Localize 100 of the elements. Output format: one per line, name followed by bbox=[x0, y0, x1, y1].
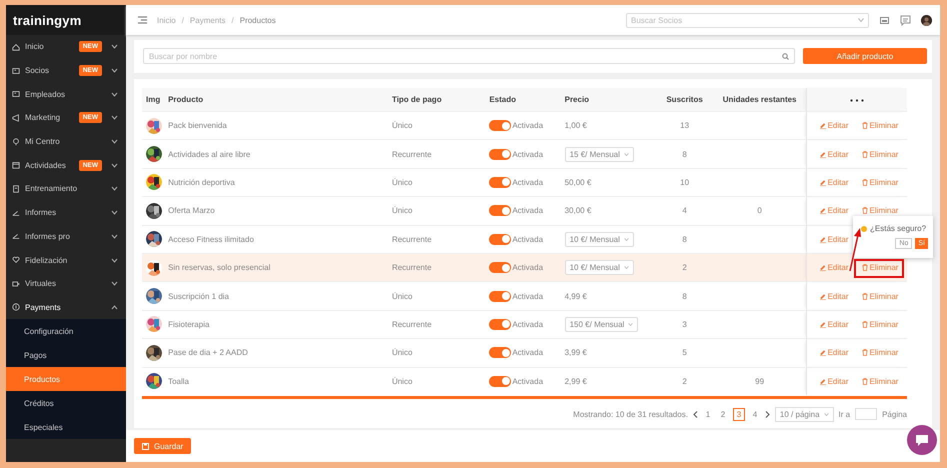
product-name: Acceso Fitness ilimitado bbox=[168, 234, 254, 244]
price-text: 50,00 € bbox=[564, 178, 592, 187]
sidebar-item[interactable]: Fidelización bbox=[6, 248, 126, 272]
product-name: Oferta Marzo bbox=[168, 206, 215, 216]
status-label: Activada bbox=[512, 376, 544, 386]
page-button[interactable]: 2 bbox=[718, 408, 728, 420]
price-select[interactable]: 10 €/ Mensual bbox=[564, 232, 634, 247]
breadcrumb-item: Productos bbox=[240, 16, 276, 24]
status-label: Activada bbox=[512, 234, 544, 244]
status-label: Activada bbox=[512, 263, 544, 272]
column-header: Precio bbox=[560, 88, 656, 112]
column-header: Suscritos bbox=[656, 88, 714, 112]
delete-link[interactable]: Eliminar bbox=[862, 150, 898, 159]
product-name: Pack bienvenida bbox=[168, 121, 227, 130]
payment-type: Único bbox=[392, 292, 412, 301]
submenu-item[interactable]: Configuración bbox=[6, 319, 126, 344]
delete-link[interactable]: Eliminar bbox=[862, 206, 898, 216]
product-name: Nutrición deportiva bbox=[168, 178, 235, 187]
subscribed-count: 13 bbox=[680, 121, 690, 130]
status-label: Activada bbox=[512, 206, 544, 216]
delete-link[interactable]: Eliminar bbox=[862, 121, 898, 130]
product-name: Actividades al aire libre bbox=[168, 150, 250, 159]
delete-link[interactable]: Eliminar bbox=[862, 178, 898, 187]
confirm-message: ¿Estás seguro? bbox=[870, 224, 926, 233]
member-search-field[interactable]: Buscar Socios bbox=[626, 12, 869, 28]
status-label: Activada bbox=[512, 320, 544, 329]
edit-link[interactable]: Editar bbox=[820, 348, 848, 358]
product-name: Sin reservas, solo presencial bbox=[168, 263, 270, 272]
status-label: Activada bbox=[512, 121, 544, 130]
save-button[interactable]: Guardar bbox=[134, 438, 192, 454]
submenu-item[interactable]: Especiales bbox=[6, 415, 126, 440]
page-button[interactable]: 3 bbox=[732, 408, 745, 421]
payment-type: Recurrente bbox=[392, 263, 432, 272]
delete-link[interactable]: Eliminar bbox=[862, 348, 898, 358]
breadcrumb-item[interactable]: Payments bbox=[190, 16, 226, 24]
breadcrumb-separator: / bbox=[232, 16, 234, 24]
subscribed-count: 8 bbox=[682, 150, 687, 159]
product-name: Fisioterapia bbox=[168, 320, 210, 329]
edit-link[interactable]: Editar bbox=[820, 121, 848, 130]
edit-link[interactable]: Editar bbox=[820, 320, 848, 329]
edit-link[interactable]: Editar bbox=[820, 292, 848, 301]
units-remaining: 0 bbox=[757, 206, 762, 216]
edit-link[interactable]: Editar bbox=[820, 263, 848, 272]
subscribed-count: 8 bbox=[682, 292, 687, 301]
delete-link[interactable]: Eliminar bbox=[862, 320, 898, 329]
sidebar-item[interactable]: Informes pro bbox=[6, 224, 126, 248]
payment-type: Recurrente bbox=[392, 234, 432, 244]
subscribed-count: 2 bbox=[682, 376, 687, 386]
sidebar-item[interactable]: Entrenamiento bbox=[6, 177, 126, 201]
sidebar-item[interactable]: Empleados bbox=[6, 82, 126, 106]
price-text: 2,99 € bbox=[564, 376, 587, 386]
price-text: 1,00 € bbox=[564, 121, 587, 130]
page-button[interactable]: 1 bbox=[702, 408, 713, 420]
edit-link[interactable]: Editar bbox=[820, 150, 848, 159]
edit-link[interactable]: Editar bbox=[820, 178, 848, 187]
price-select[interactable]: 150 €/ Mensual bbox=[564, 316, 638, 332]
price-select[interactable]: 10 €/ Mensual bbox=[564, 260, 634, 276]
brand-logo: trainingym bbox=[13, 12, 82, 28]
add-product-button[interactable]: Añadir producto bbox=[803, 48, 927, 64]
payment-type: Único bbox=[392, 178, 412, 187]
delete-link[interactable]: Eliminar bbox=[862, 263, 898, 272]
submenu-item[interactable]: Productos bbox=[6, 367, 126, 392]
status-label: Activada bbox=[512, 348, 544, 358]
search-field[interactable]: Buscar por nombre bbox=[143, 48, 795, 64]
breadcrumb-item[interactable]: Inicio bbox=[157, 16, 176, 24]
price-select[interactable]: 15 €/ Mensual bbox=[564, 146, 634, 162]
page-button[interactable]: 4 bbox=[750, 408, 760, 420]
payment-type: Recurrente bbox=[392, 150, 432, 159]
product-name: Pase de dia + 2 AADD bbox=[168, 348, 248, 358]
sidebar-item[interactable]: Mi Centro bbox=[6, 130, 126, 154]
status-label: Activada bbox=[512, 150, 544, 159]
sidebar-item[interactable]: Informes bbox=[6, 200, 126, 224]
payment-type: Único bbox=[392, 376, 412, 386]
delete-link[interactable]: Eliminar bbox=[862, 376, 898, 386]
status-label: Activada bbox=[512, 292, 544, 301]
edit-link[interactable]: Editar bbox=[820, 234, 848, 244]
column-header: Img bbox=[142, 88, 164, 112]
subscribed-count: 2 bbox=[682, 263, 687, 272]
delete-link[interactable]: Eliminar bbox=[862, 292, 898, 301]
sidebar-item[interactable]: Payments bbox=[6, 296, 126, 320]
payment-type: Recurrente bbox=[392, 320, 432, 329]
payment-type: Único bbox=[392, 206, 412, 216]
column-header: Tipo de pago bbox=[388, 88, 486, 112]
subscribed-count: 4 bbox=[682, 206, 687, 216]
edit-link[interactable]: Editar bbox=[820, 376, 848, 386]
page-size-select[interactable]: 10 / página bbox=[774, 406, 834, 422]
submenu-item[interactable]: Créditos bbox=[6, 391, 126, 416]
sidebar-item[interactable]: Virtuales bbox=[6, 272, 126, 296]
edit-link[interactable]: Editar bbox=[820, 206, 848, 216]
subscribed-count: 5 bbox=[682, 348, 687, 358]
column-header: Unidades restantes bbox=[713, 88, 807, 112]
units-remaining: 99 bbox=[755, 376, 764, 386]
subscribed-count: 8 bbox=[682, 234, 687, 244]
submenu-item[interactable]: Pagos bbox=[6, 343, 126, 368]
page-label: Página bbox=[882, 410, 907, 419]
price-text: 3,99 € bbox=[564, 348, 587, 358]
goto-label: Ir a bbox=[838, 410, 850, 419]
price-text: 4,99 € bbox=[564, 292, 587, 301]
column-header: Producto bbox=[164, 88, 388, 112]
breadcrumb-separator: / bbox=[182, 16, 184, 24]
